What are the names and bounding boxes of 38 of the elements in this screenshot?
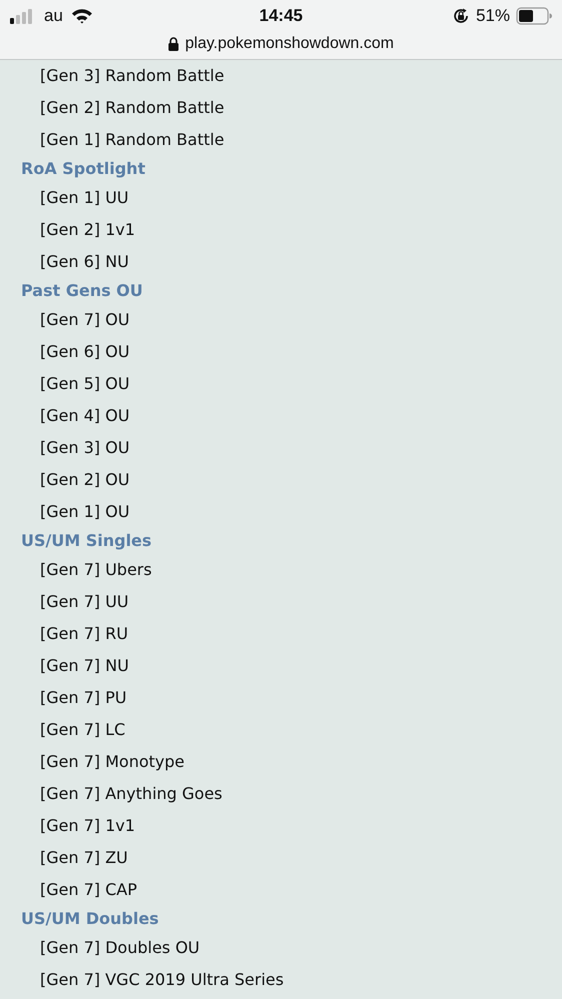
format-item[interactable]: [Gen 7] UU <box>0 586 129 618</box>
battery-percent: 51% <box>476 6 510 26</box>
format-item[interactable]: [Gen 7] Anything Goes <box>0 778 222 810</box>
rotation-lock-icon <box>452 7 470 25</box>
format-item[interactable]: [Gen 2] OU <box>0 464 130 496</box>
format-item[interactable]: [Gen 3] Random Battle <box>0 60 224 92</box>
format-item[interactable]: [Gen 7] 1v1 <box>0 810 136 842</box>
battery-icon <box>516 7 552 25</box>
clock-time: 14:45 <box>259 6 303 26</box>
format-item[interactable]: [Gen 6] NU <box>0 246 129 278</box>
format-item[interactable]: [Gen 6] OU <box>0 336 130 368</box>
lock-icon <box>168 37 180 51</box>
format-item[interactable]: [Gen 7] NU <box>0 650 129 682</box>
format-item[interactable]: [Gen 7] OU <box>0 304 130 336</box>
format-item[interactable]: [Gen 7] Doubles OU <box>0 932 200 964</box>
format-item[interactable]: [Gen 7] Ubers <box>0 554 152 586</box>
format-item[interactable]: [Gen 5] OU <box>0 368 130 400</box>
format-item[interactable]: [Gen 7] ZU <box>0 842 128 874</box>
format-item[interactable]: [Gen 7] VGC 2019 Ultra Series <box>0 964 284 996</box>
section-heading: US/UM Singles <box>20 530 152 552</box>
format-item[interactable]: [Gen 7] Monotype <box>0 746 184 778</box>
format-item[interactable]: [Gen 7] RU <box>0 618 128 650</box>
carrier-label: au <box>44 6 63 26</box>
format-item[interactable]: [Gen 1] Random Battle <box>0 124 224 156</box>
format-item[interactable]: [Gen 7] PU <box>0 682 127 714</box>
format-item[interactable]: [Gen 4] OU <box>0 400 130 432</box>
format-item[interactable]: [Gen 1] UU <box>0 182 129 214</box>
format-item[interactable]: [Gen 3] OU <box>0 432 130 464</box>
format-item[interactable]: [Gen 2] 1v1 <box>0 214 136 246</box>
format-item[interactable]: [Gen 7] LC <box>0 714 126 746</box>
format-item[interactable]: [Gen 7] CAP <box>0 874 137 906</box>
format-item[interactable]: [Gen 1] OU <box>0 496 130 528</box>
url-text[interactable]: play.pokemonshowdown.com <box>185 35 394 53</box>
section-heading: Past Gens OU <box>20 280 143 302</box>
format-item[interactable]: [Gen 2] Random Battle <box>0 92 224 124</box>
section-heading: US/UM Doubles <box>20 908 159 930</box>
wifi-icon <box>70 8 93 24</box>
section-heading: RoA Spotlight <box>20 158 146 180</box>
